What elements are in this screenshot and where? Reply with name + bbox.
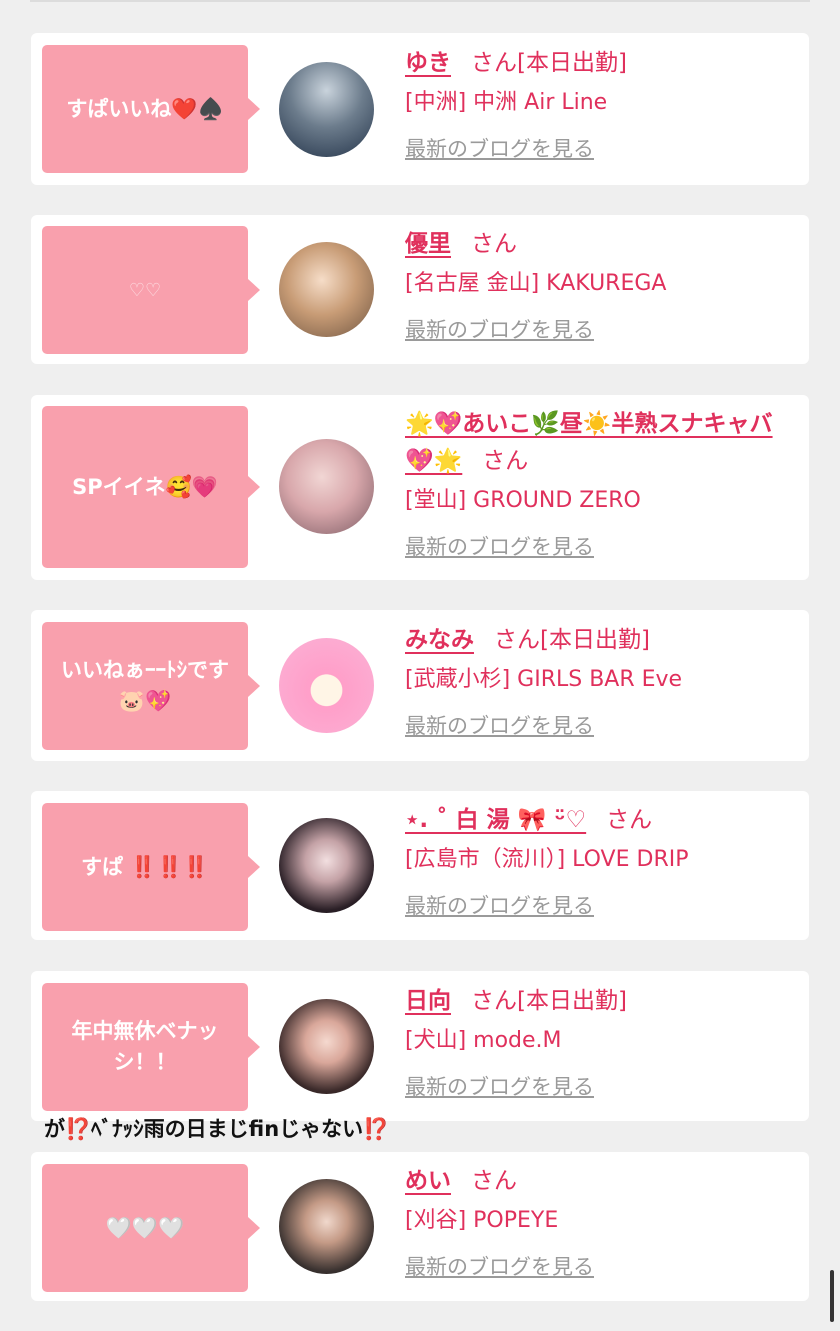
comment-bubble: 年中無休ベナッシ！！	[42, 983, 260, 1111]
shop-name: [広島市（流川）] LOVE DRIP	[405, 847, 689, 872]
cast-name-link[interactable]: 優里	[405, 231, 451, 257]
comment-bubble: すぱいいね❤️♠️	[42, 45, 260, 173]
cast-name-link[interactable]: 日向	[405, 988, 451, 1014]
latest-blog-link[interactable]: 最新のブログを見る	[405, 891, 594, 921]
shop-name: [刈谷] POPEYE	[405, 1208, 559, 1233]
comment-bubble: SPイイネ🥰💗	[42, 406, 260, 568]
shop-name: [堂山] GROUND ZERO	[405, 488, 641, 513]
latest-blog-link[interactable]: 最新のブログを見る	[405, 532, 594, 562]
name-suffix: さん	[606, 807, 653, 833]
avatar[interactable]	[279, 439, 374, 534]
shop-name: [武蔵小杉] GIRLS BAR Eve	[405, 667, 683, 692]
overflow-comment-text: が⁉️ﾍﾞﾅｯｼ雨の日まじfinじゃない⁉️	[44, 1117, 390, 1141]
comment-bubble: すぱ ‼️‼️‼️	[42, 803, 260, 931]
cast-name-link[interactable]: ゆき	[405, 50, 451, 76]
latest-blog-link[interactable]: 最新のブログを見る	[405, 1072, 594, 1102]
avatar[interactable]	[279, 242, 374, 337]
shop-name: [中洲] 中洲 Air Line	[405, 90, 608, 115]
latest-blog-link[interactable]: 最新のブログを見る	[405, 1252, 594, 1282]
name-suffix: さん	[471, 1168, 517, 1194]
name-suffix: さん	[471, 50, 517, 76]
working-today-badge: [本日出勤]	[517, 988, 627, 1014]
blog-card: すぱ ‼️‼️‼️ ⋆. ˚ 白 湯 🎀 ᵕ̈♡ さん [広島市（流川）] LOV…	[31, 791, 809, 940]
blog-card: SPイイネ🥰💗 🌟💖あいこ🌿昼☀️半熟スナキャバ💖🌟 さん [堂山] GROUND…	[31, 395, 809, 580]
cast-name-link[interactable]: めい	[405, 1168, 451, 1194]
avatar[interactable]	[279, 638, 374, 733]
shop-name: [犬山] mode.M	[405, 1028, 562, 1053]
cast-name-link[interactable]: みなみ	[405, 627, 474, 653]
avatar[interactable]	[279, 999, 374, 1094]
working-today-badge: [本日出勤]	[540, 627, 650, 653]
name-suffix: さん	[482, 448, 529, 474]
name-suffix: さん	[471, 231, 517, 257]
blog-card: 年中無休ベナッシ！！ 日向 さん[本日出勤] [犬山] mode.M 最新のブログ…	[31, 971, 809, 1121]
avatar[interactable]	[279, 1179, 374, 1274]
cast-name-link[interactable]: ⋆. ˚ 白 湯 🎀 ᵕ̈♡	[405, 807, 586, 833]
shop-name: [名古屋 金山] KAKUREGA	[405, 271, 667, 296]
working-today-badge: [本日出勤]	[517, 50, 627, 76]
blog-card: ♡♡ 優里 さん [名古屋 金山] KAKUREGA 最新のブログを見る	[31, 215, 809, 364]
avatar[interactable]	[279, 62, 374, 157]
comment-bubble: ♡♡	[42, 226, 260, 354]
scrollbar[interactable]	[830, 1270, 834, 1322]
name-suffix: さん	[471, 988, 517, 1014]
latest-blog-link[interactable]: 最新のブログを見る	[405, 134, 594, 164]
name-suffix: さん	[494, 627, 540, 653]
latest-blog-link[interactable]: 最新のブログを見る	[405, 711, 594, 741]
latest-blog-link[interactable]: 最新のブログを見る	[405, 315, 594, 345]
comment-bubble: いいねぁｰｰﾄｼです🐷💖	[42, 622, 260, 750]
comment-bubble: 🤍🤍🤍	[42, 1164, 260, 1292]
avatar[interactable]	[279, 818, 374, 913]
blog-card: すぱいいね❤️♠️ ゆき さん[本日出勤] [中洲] 中洲 Air Line 最新…	[31, 33, 809, 185]
blog-card: いいねぁｰｰﾄｼです🐷💖 みなみ さん[本日出勤] [武蔵小杉] GIRLS BA…	[31, 610, 809, 761]
top-divider	[30, 0, 810, 2]
cast-name-link[interactable]: 🌟💖あいこ🌿昼☀️半熟スナキャバ💖🌟	[405, 411, 773, 474]
blog-card: 🤍🤍🤍 めい さん [刈谷] POPEYE 最新のブログを見る	[31, 1152, 809, 1301]
